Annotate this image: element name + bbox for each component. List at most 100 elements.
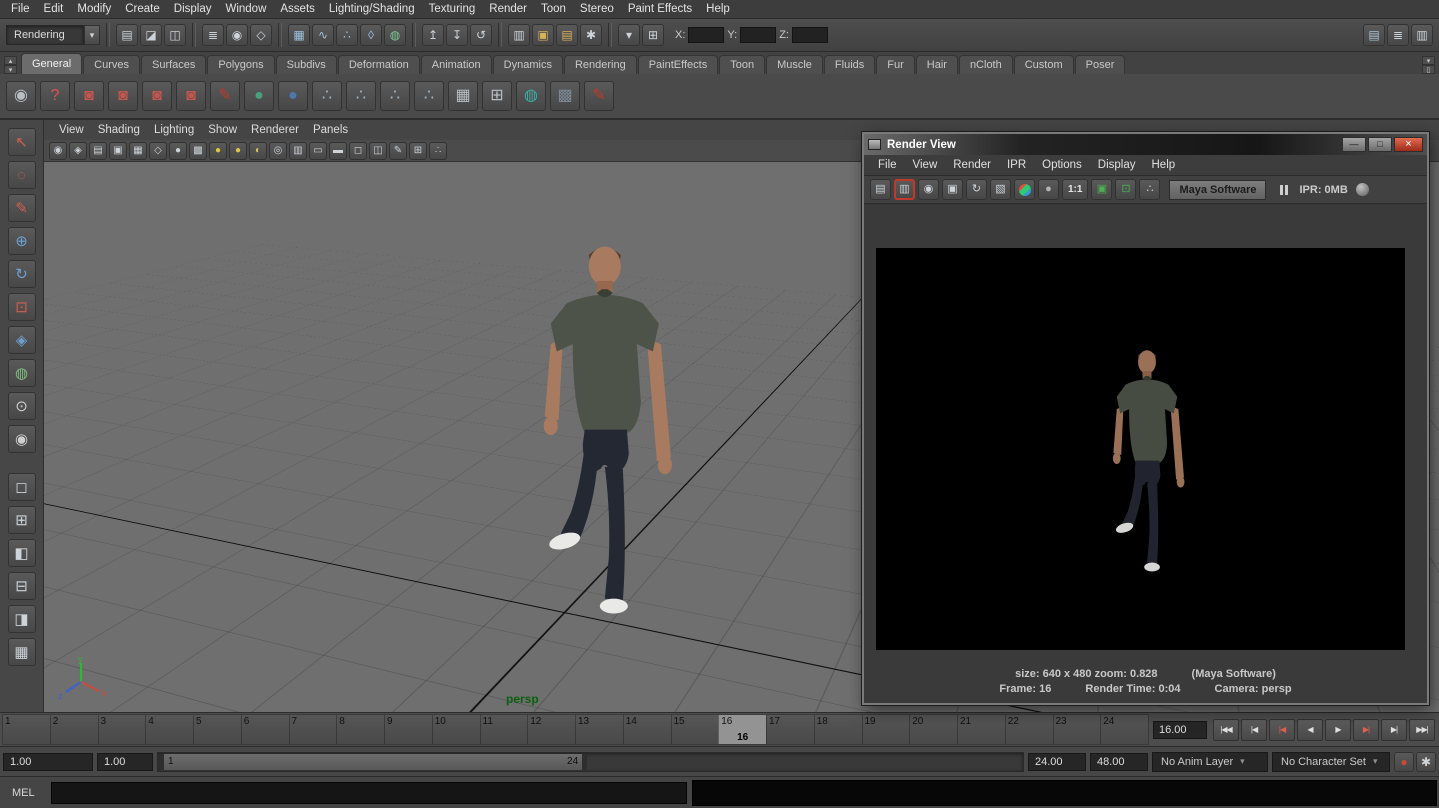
universal-manipulator-tool-icon[interactable]: ◈ (8, 326, 36, 354)
hypershade-persp-layout-button[interactable]: ◨ (8, 605, 36, 633)
display-real-size-icon[interactable]: ▣ (1091, 179, 1112, 200)
timeline-frame[interactable]: 24 (1100, 715, 1148, 744)
timeline-frame[interactable]: 20 (909, 715, 957, 744)
safe-action-icon[interactable]: ◻ (349, 142, 367, 160)
safe-title-icon[interactable]: ◫ (369, 142, 387, 160)
open-render-view-icon[interactable]: ▥ (508, 24, 530, 46)
character-set-dropdown[interactable]: No Character Set ▾ (1272, 752, 1390, 772)
animation-end-field[interactable]: 48.00 (1090, 753, 1148, 771)
default-light-icon[interactable]: ● (229, 142, 247, 160)
hypershade-icon[interactable]: ⊞ (482, 81, 512, 111)
renderer-dropdown[interactable]: Maya Software (1169, 180, 1266, 200)
show-manipulator-tool-icon[interactable]: ⊙ (8, 392, 36, 420)
ipr-pause-button[interactable] (1277, 179, 1291, 200)
timeline-frame[interactable]: 6 (241, 715, 289, 744)
textured-icon[interactable]: ▩ (189, 142, 207, 160)
bookmarks-icon[interactable]: ▣ (109, 142, 127, 160)
render-view-titlebar[interactable]: Render View —□× (864, 134, 1427, 155)
step-back-key-button[interactable]: |◀ (1269, 719, 1295, 741)
animation-preferences-icon[interactable]: ✱ (1416, 752, 1436, 772)
toon-outline-icon[interactable]: ✎ (584, 81, 614, 111)
step-forward-key-button[interactable]: ▶| (1353, 719, 1379, 741)
tool-settings-toggle-icon[interactable]: ≣ (1387, 24, 1409, 46)
ipr-render-frame-icon[interactable]: ▣ (942, 179, 963, 200)
frame-image-icon[interactable]: ⊡ (1115, 179, 1136, 200)
timeline-frame[interactable]: 7 (289, 715, 337, 744)
shelf-tab[interactable]: nCloth (959, 55, 1013, 74)
timeline-frame[interactable]: 1 (3, 715, 50, 744)
playback-start-field[interactable]: 1.00 (97, 753, 153, 771)
alpha-channel-icon[interactable]: ● (1038, 179, 1059, 200)
select-component-mode-icon[interactable]: ◇ (250, 24, 272, 46)
snap-to-grid-icon[interactable]: ▦ (288, 24, 310, 46)
timeline-frame[interactable]: 21 (957, 715, 1005, 744)
timeline-ruler[interactable]: 1234567891011121314151616171819202122232… (2, 714, 1149, 745)
menu-item[interactable]: Paint Effects (621, 1, 699, 17)
render-region-icon[interactable]: ▧ (990, 179, 1011, 200)
command-language-label[interactable]: MEL (2, 787, 46, 799)
render-view-menu-item[interactable]: IPR (999, 159, 1034, 171)
help-icon[interactable]: ? (40, 81, 70, 111)
shading-network-2-icon[interactable]: ∴ (346, 81, 376, 111)
camera-2d-pan-zoom-icon[interactable]: ⊞ (409, 142, 427, 160)
shelf-tab[interactable]: Fur (876, 55, 915, 74)
shelf-tab[interactable]: General (21, 53, 82, 74)
timeline-frame[interactable]: 9 (384, 715, 432, 744)
stereo-camera-icon[interactable]: ◙ (176, 81, 206, 111)
make-live-icon[interactable]: ◍ (384, 24, 406, 46)
crate-texture-icon[interactable]: ▩ (550, 81, 580, 111)
numeric-input-icon[interactable]: ⊞ (642, 24, 664, 46)
shelf-tab[interactable]: Curves (83, 55, 140, 74)
camera-attributes-icon[interactable]: ▤ (89, 142, 107, 160)
snap-to-curve-icon[interactable]: ∿ (312, 24, 334, 46)
panel-menu-item[interactable]: View (52, 124, 91, 136)
menu-item[interactable]: Render (482, 1, 534, 17)
animation-start-field[interactable]: 1.00 (3, 753, 93, 771)
isolate-select-icon[interactable]: ◎ (269, 142, 287, 160)
menu-item[interactable]: Assets (273, 1, 322, 17)
wireframe-icon[interactable]: ◇ (149, 142, 167, 160)
menu-item[interactable]: Window (218, 1, 273, 17)
minimize-button[interactable]: — (1342, 137, 1366, 152)
timeline-frame[interactable]: 2 (50, 715, 98, 744)
timeline-frame[interactable]: 10 (432, 715, 480, 744)
timeline-frame[interactable]: 8 (336, 715, 384, 744)
shelf-tab[interactable]: PaintEffects (638, 55, 719, 74)
step-forward-frame-button[interactable]: ▶| (1381, 719, 1407, 741)
paint-effects-brush-icon[interactable]: ✎ (210, 81, 240, 111)
playback-end-field[interactable]: 24.00 (1028, 753, 1086, 771)
panel-menu-item[interactable]: Show (201, 124, 244, 136)
redo-previous-render-icon[interactable]: ▥ (894, 179, 915, 200)
panel-menu-item[interactable]: Panels (306, 124, 355, 136)
select-hierarchy-mode-icon[interactable]: ≣ (202, 24, 224, 46)
shelf-tab[interactable]: Rendering (564, 55, 637, 74)
four-view-layout-button[interactable]: ⊞ (8, 506, 36, 534)
shelf-tab[interactable]: Polygons (207, 55, 274, 74)
panel-menu-item[interactable]: Lighting (147, 124, 201, 136)
shelf-tab-next-icon[interactable]: ▾ (4, 65, 17, 74)
channel-box-toggle-icon[interactable]: ▥ (1411, 24, 1433, 46)
render-view-menu-item[interactable]: View (905, 159, 946, 171)
shelf-tab[interactable]: Toon (719, 55, 765, 74)
select-tool-icon[interactable]: ↖ (8, 128, 36, 156)
render-current-frame-icon[interactable]: ▣ (532, 24, 554, 46)
multi-component-icon[interactable]: ∴ (429, 142, 447, 160)
delete-shelf-item-icon[interactable]: ▯ (1422, 65, 1435, 74)
shadows-icon[interactable]: ◐ (249, 142, 267, 160)
list-output-connections-icon[interactable]: ↧ (446, 24, 468, 46)
shading-network-4-icon[interactable]: ∴ (414, 81, 444, 111)
new-scene-icon[interactable]: ▤ (116, 24, 138, 46)
menu-item[interactable]: Create (118, 1, 167, 17)
timeline-frame[interactable]: 4 (145, 715, 193, 744)
persp-uv-editor-layout-button[interactable]: ▦ (8, 638, 36, 666)
select-object-mode-icon[interactable]: ◉ (226, 24, 248, 46)
menu-item[interactable]: Lighting/Shading (322, 1, 422, 17)
shelf-tab[interactable]: Surfaces (141, 55, 206, 74)
snap-to-plane-icon[interactable]: ◊ (360, 24, 382, 46)
snapshot-icon[interactable]: ◉ (918, 179, 939, 200)
current-time-field[interactable]: 16.00 (1153, 721, 1207, 739)
field-chart-icon[interactable]: ▥ (289, 142, 307, 160)
render-view-menu-item[interactable]: File (870, 159, 905, 171)
shelf-tab[interactable]: Custom (1014, 55, 1074, 74)
timeline-frame[interactable]: 1616 (718, 715, 766, 744)
